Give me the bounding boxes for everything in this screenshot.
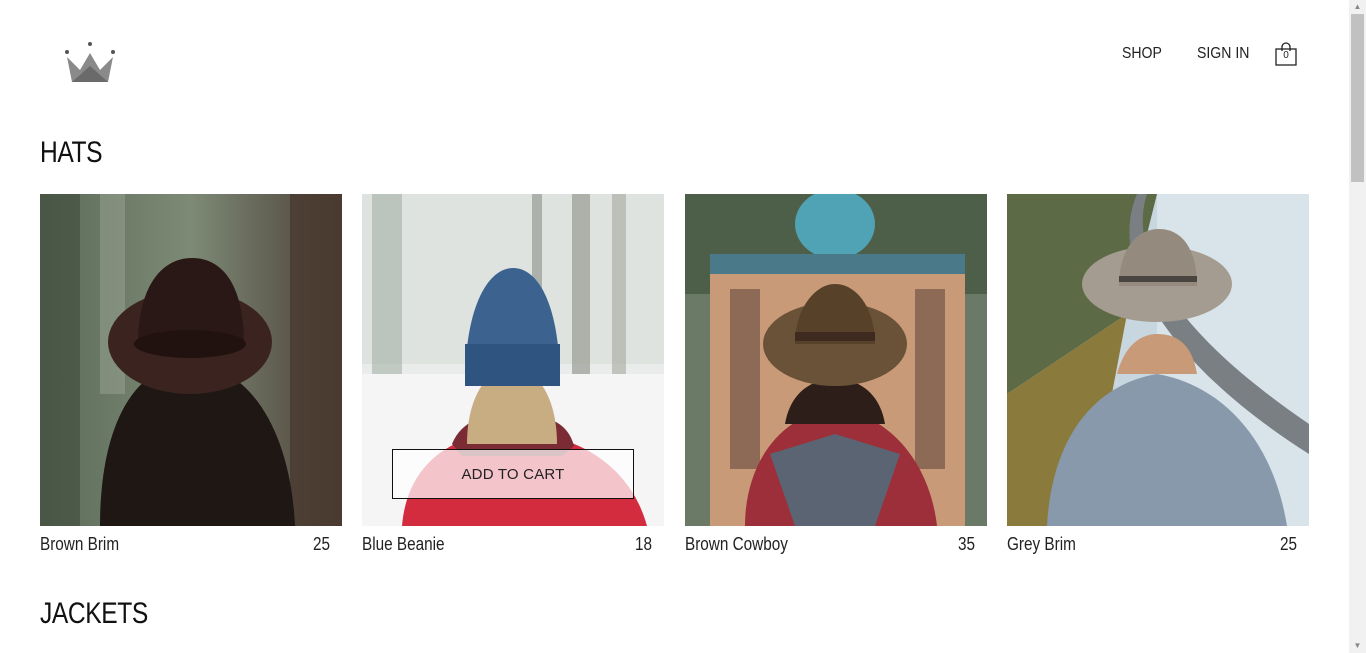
product-price: 18 [634,534,652,554]
add-to-cart-button[interactable]: ADD TO CART [392,449,634,499]
product-image [40,194,342,526]
product-name: Grey Brim [1007,534,1076,554]
section-title-jackets[interactable]: JACKETS [40,597,148,631]
product-name: Brown Brim [40,534,120,554]
nav-signin-link[interactable]: SIGN IN [1197,45,1249,63]
scrollbar-thumb[interactable] [1351,14,1364,182]
product-image [685,194,987,526]
product-card[interactable]: ADD TO CART Blue Beanie 18 [362,194,664,564]
product-card[interactable]: Brown Cowboy 35 [685,194,987,564]
cart-count: 0 [1283,50,1289,61]
product-card[interactable]: Grey Brim 25 [1007,194,1309,564]
product-price: 25 [1279,534,1297,554]
site-header: SHOP SIGN IN 0 [0,0,1349,110]
product-price: 25 [312,534,330,554]
product-card[interactable]: Brown Brim 25 [40,194,342,564]
nav-shop-link[interactable]: SHOP [1122,45,1162,63]
product-name: Blue Beanie [362,534,445,554]
crown-icon[interactable] [62,40,118,86]
main-nav: SHOP SIGN IN 0 [1092,42,1297,66]
product-name: Brown Cowboy [685,534,788,554]
section-title-hats[interactable]: HATS [40,136,103,170]
product-grid: Brown Brim 25 ADD TO CART Blue Beanie 18 [40,194,1309,564]
cart-button[interactable]: 0 [1275,42,1297,66]
scroll-up-arrow-icon[interactable]: ▲ [1349,0,1366,14]
scroll-down-arrow-icon[interactable]: ▼ [1349,639,1366,653]
vertical-scrollbar[interactable]: ▲ ▼ [1349,0,1366,653]
product-price: 35 [957,534,975,554]
product-image [1007,194,1309,526]
